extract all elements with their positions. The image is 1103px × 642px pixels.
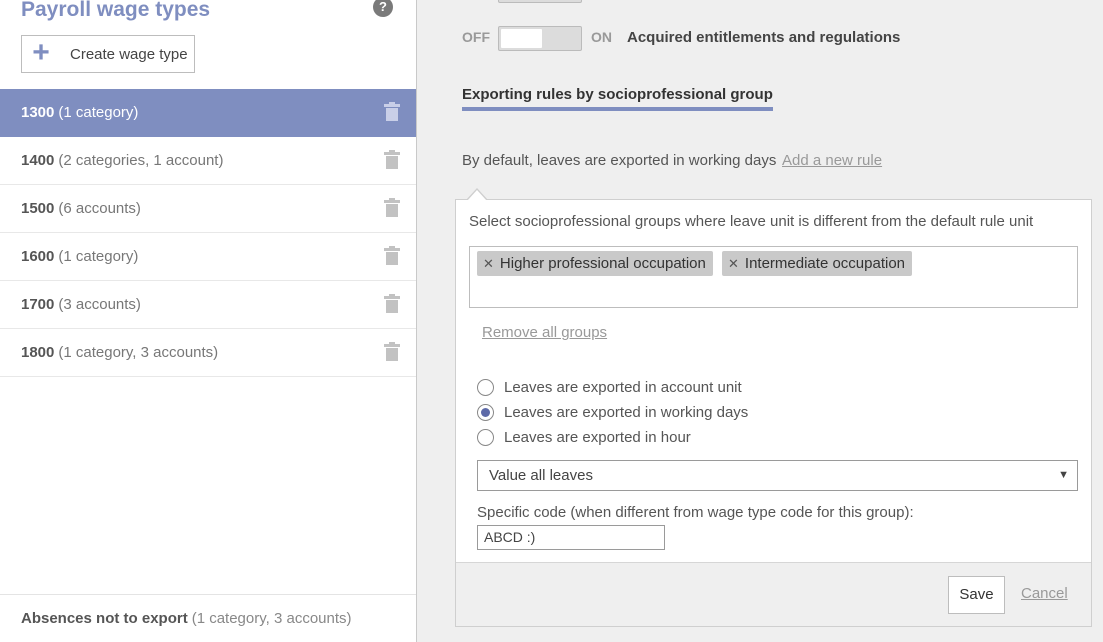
toggle-switch-partial[interactable] <box>498 0 582 3</box>
toggle-knob <box>501 29 542 48</box>
wage-type-detail: (1 category) <box>58 248 139 265</box>
wage-type-row[interactable]: 1800 (1 category, 3 accounts) <box>0 329 416 377</box>
toggle-label: Acquired entitlements and regulations <box>627 29 901 46</box>
wage-types-panel: Payroll wage types ? + Create wage type … <box>0 0 417 642</box>
wage-type-row[interactable]: 1600 (1 category) <box>0 233 416 281</box>
wage-type-code: 1500 <box>21 200 55 217</box>
wage-type-row[interactable]: 1400 (2 categories, 1 account) <box>0 137 416 185</box>
radio-option-hour[interactable]: Leaves are exported in hour <box>477 427 691 447</box>
wage-type-list: 1300 (1 category) 1400 (2 categories, 1 … <box>0 89 416 377</box>
create-wage-type-button[interactable]: + Create wage type <box>21 35 195 73</box>
plus-icon: + <box>32 36 50 69</box>
wage-type-row[interactable]: 1700 (3 accounts) <box>0 281 416 329</box>
leave-value-select[interactable]: Value all leaves ▼ <box>477 460 1078 491</box>
absences-detail: (1 category, 3 accounts) <box>191 610 352 627</box>
absences-name: Absences not to export <box>21 610 188 627</box>
trash-icon[interactable] <box>384 102 400 121</box>
section-title: Exporting rules by socioprofessional gro… <box>462 86 773 111</box>
groups-multiselect[interactable]: ✕ Higher professional occupation ✕ Inter… <box>469 246 1078 308</box>
caret-down-icon: ▼ <box>1058 469 1069 481</box>
toggle-on-label: ON <box>591 29 612 45</box>
question-icon[interactable]: ? <box>373 0 393 17</box>
specific-code-input[interactable]: ABCD :) <box>477 525 665 550</box>
trash-icon[interactable] <box>384 150 400 169</box>
group-tag: ✕ Intermediate occupation <box>722 251 913 276</box>
radio-option-account-unit[interactable]: Leaves are exported in account unit <box>477 377 742 397</box>
wage-type-code: 1800 <box>21 344 55 361</box>
select-value: Value all leaves <box>489 467 593 484</box>
trash-icon[interactable] <box>384 198 400 217</box>
panel-title: Payroll wage types <box>21 0 211 21</box>
radio-button[interactable] <box>477 378 494 396</box>
select-groups-label: Select socioprofessional groups where le… <box>469 213 1034 230</box>
wage-type-detail: (1 category, 3 accounts) <box>58 344 219 361</box>
radio-label: Leaves are exported in working days <box>504 403 749 421</box>
radio-button[interactable] <box>477 403 494 421</box>
close-icon[interactable]: ✕ <box>483 256 494 272</box>
group-tag: ✕ Higher professional occupation <box>477 251 713 276</box>
remove-all-groups-link[interactable]: Remove all groups <box>482 324 607 341</box>
radio-option-working-days[interactable]: Leaves are exported in working days <box>477 402 748 422</box>
specific-code-label: Specific code (when different from wage … <box>477 504 914 521</box>
default-rule-text: By default, leaves are exported in worki… <box>462 152 777 169</box>
wage-type-code: 1400 <box>21 152 55 169</box>
trash-icon[interactable] <box>384 246 400 265</box>
cancel-link[interactable]: Cancel <box>1021 585 1068 602</box>
radio-label: Leaves are exported in account unit <box>504 378 742 396</box>
toggle-off-label: OFF <box>462 29 490 45</box>
trash-icon[interactable] <box>384 342 400 361</box>
wage-type-detail: (1 category) <box>58 104 139 121</box>
rule-panel-pointer-fill <box>467 190 487 201</box>
create-wage-type-label: Create wage type <box>70 45 188 63</box>
wage-type-code: 1600 <box>21 248 55 265</box>
wage-type-row[interactable]: 1300 (1 category) <box>0 89 416 137</box>
wage-type-detail: (2 categories, 1 account) <box>58 152 224 169</box>
radio-button[interactable] <box>477 428 494 446</box>
add-rule-link[interactable]: Add a new rule <box>782 152 882 169</box>
save-button[interactable]: Save <box>948 576 1005 614</box>
close-icon[interactable]: ✕ <box>728 256 739 272</box>
acquired-entitlements-toggle[interactable] <box>498 26 582 51</box>
wage-type-code: 1700 <box>21 296 55 313</box>
radio-label: Leaves are exported in hour <box>504 428 691 446</box>
wage-type-detail: (6 accounts) <box>58 200 141 217</box>
group-tag-label: Intermediate occupation <box>744 255 906 272</box>
wage-type-row[interactable]: 1500 (6 accounts) <box>0 185 416 233</box>
wage-type-detail: (3 accounts) <box>58 296 141 313</box>
group-tag-label: Higher professional occupation <box>499 255 706 272</box>
trash-icon[interactable] <box>384 294 400 313</box>
wage-type-code: 1300 <box>21 104 55 121</box>
absences-row[interactable]: Absences not to export (1 category, 3 ac… <box>0 594 416 642</box>
